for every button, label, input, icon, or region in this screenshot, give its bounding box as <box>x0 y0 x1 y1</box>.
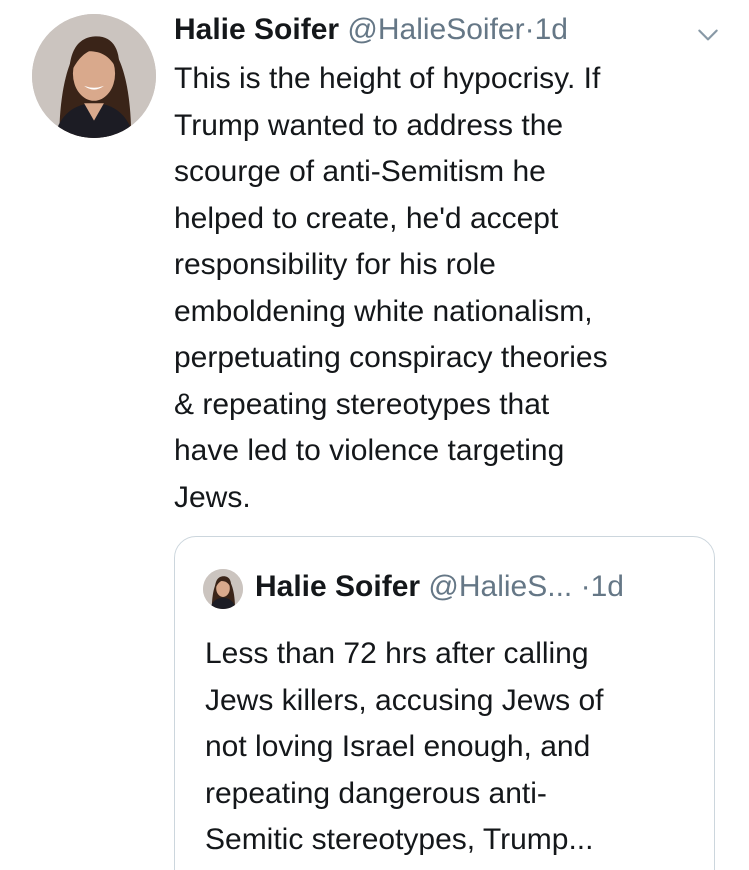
quoted-tweet-header: Halie Soifer @HalieS... ·1d <box>255 567 624 607</box>
quoted-author-avatar <box>203 569 243 609</box>
quoted-text-line: not loving Israel enough, and <box>205 730 591 763</box>
tweet-text-line: Jews. <box>174 480 251 514</box>
author-handle[interactable]: @HalieSoifer <box>347 13 524 46</box>
tweet-text-line: This is the height of hypocrisy. If <box>174 62 601 95</box>
tweet-text-line: & repeating stereotypes that <box>174 387 550 421</box>
quoted-author-handle: @HalieS... <box>428 570 573 603</box>
quoted-tweet-timestamp: 1d <box>590 570 624 603</box>
quoted-text-line: Jews killers, accusing Jews of <box>205 683 604 717</box>
profile-photo-icon <box>32 14 156 138</box>
tweet-text-line: responsibility for his role <box>174 248 496 281</box>
chevron-down-icon <box>698 29 718 41</box>
tweet-text-line: helped to create, he'd accept <box>174 201 559 235</box>
quoted-text-line: Less than 72 hrs after calling <box>205 637 589 670</box>
tweet[interactable]: Halie Soifer @HalieSoifer·1d This is the… <box>0 0 749 870</box>
quoted-text-line: Semitic stereotypes, Trump... <box>205 823 594 856</box>
tweet-menu-button[interactable] <box>695 22 721 48</box>
tweet-timestamp[interactable]: 1d <box>535 13 568 46</box>
tweet-text-line: scourge of anti-Semitism he <box>174 155 546 188</box>
tweet-text: This is the height of hypocrisy. If Trum… <box>174 56 734 521</box>
separator-dot: · <box>580 570 591 603</box>
separator-dot: · <box>524 13 535 46</box>
quoted-tweet-card[interactable]: Halie Soifer @HalieS... ·1d Less than 72… <box>174 536 715 870</box>
tweet-header: Halie Soifer @HalieSoifer·1d <box>174 10 568 50</box>
quoted-author-display-name: Halie Soifer <box>255 570 421 603</box>
tweet-text-line: have led to violence targeting <box>174 434 565 467</box>
quoted-tweet-text: Less than 72 hrs after calling Jews kill… <box>205 631 705 864</box>
quoted-text-line: repeating dangerous anti- <box>205 776 547 810</box>
tweet-text-line: perpetuating conspiracy theories <box>174 341 608 374</box>
tweet-text-line: emboldening white nationalism, <box>174 294 593 328</box>
tweet-text-line: Trump wanted to address the <box>174 108 564 142</box>
profile-photo-icon <box>203 569 243 609</box>
author-display-name[interactable]: Halie Soifer <box>174 13 339 46</box>
author-avatar[interactable] <box>32 14 156 138</box>
